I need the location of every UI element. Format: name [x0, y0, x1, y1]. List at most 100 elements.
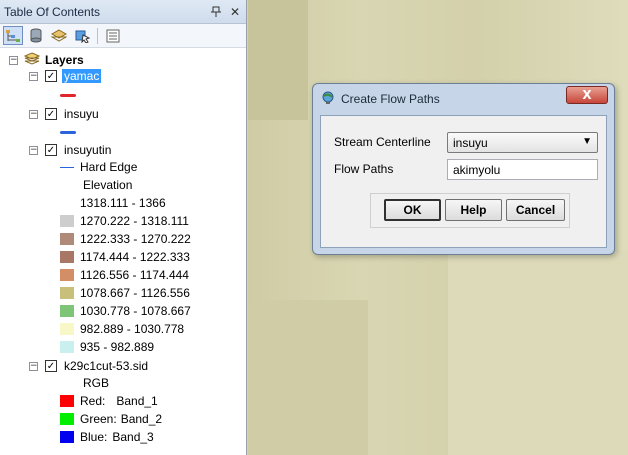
- band-name: Band_3: [112, 430, 154, 444]
- legend-class-row[interactable]: 935 - 982.889: [60, 338, 154, 356]
- band-name: Band_1: [116, 394, 158, 408]
- band-row-blue[interactable]: Blue: Band_3: [60, 428, 154, 446]
- color-swatch: [60, 323, 74, 335]
- color-swatch: [60, 269, 74, 281]
- legend-class-row[interactable]: 1270.222 - 1318.111: [60, 212, 189, 230]
- stream-centerline-dropdown[interactable]: insuyu ▼: [447, 132, 598, 153]
- color-swatch: [60, 431, 74, 443]
- class-label: 1270.222 - 1318.111: [80, 214, 189, 228]
- map-raster-tile: [448, 250, 628, 455]
- layer-symbol-yamac[interactable]: [60, 86, 76, 104]
- line-symbol[interactable]: [60, 93, 76, 97]
- collapse-icon[interactable]: −: [29, 71, 38, 81]
- legend-class-row[interactable]: 1318.111 - 1366: [60, 194, 166, 212]
- options-icon[interactable]: [103, 26, 123, 45]
- layer-name[interactable]: yamac: [62, 69, 102, 83]
- color-swatch: [60, 197, 74, 209]
- close-icon[interactable]: ✕: [227, 4, 243, 20]
- elevation-heading: Elevation: [83, 176, 132, 194]
- layer-visibility-checkbox[interactable]: ✓: [45, 70, 57, 82]
- layer-name[interactable]: insuyu: [62, 107, 101, 121]
- dialog-title: Create Flow Paths: [341, 92, 440, 106]
- layer-row-yamac[interactable]: − ✓ yamac: [29, 67, 102, 85]
- band-channel: Blue:: [80, 430, 108, 444]
- rgb-heading: RGB: [83, 374, 109, 392]
- class-label: 1174.444 - 1222.333: [80, 250, 190, 264]
- hard-edge-row[interactable]: Hard Edge: [60, 158, 137, 176]
- band-name: Band_2: [120, 412, 163, 426]
- class-label: 1222.333 - 1270.222: [80, 232, 191, 246]
- stream-centerline-label: Stream Centerline: [334, 135, 431, 149]
- color-swatch: [60, 395, 74, 407]
- layer-name[interactable]: k29c1cut-53.sid: [62, 359, 150, 373]
- dialog-body: Stream Centerline insuyu ▼ Flow Paths ak…: [320, 115, 607, 248]
- legend-class-row[interactable]: 1030.778 - 1078.667: [60, 302, 191, 320]
- layer-symbol-insuyu[interactable]: [60, 123, 76, 141]
- flow-paths-value: akimyolu: [453, 162, 501, 177]
- arcgis-globe-icon: [321, 91, 335, 108]
- pin-icon[interactable]: [208, 4, 224, 20]
- ok-button[interactable]: OK: [384, 199, 441, 221]
- color-swatch: [60, 251, 74, 263]
- layer-row-insuyu[interactable]: − ✓ insuyu: [29, 105, 101, 123]
- toolbar-separator: [97, 27, 98, 44]
- elevation-label: Elevation: [83, 178, 133, 192]
- legend-class-row[interactable]: 1078.667 - 1126.556: [60, 284, 190, 302]
- collapse-icon[interactable]: −: [29, 109, 38, 119]
- flow-paths-label: Flow Paths: [334, 162, 394, 176]
- flow-paths-input[interactable]: akimyolu: [447, 159, 598, 180]
- list-by-source-icon[interactable]: [26, 26, 46, 45]
- dialog-close-button[interactable]: X: [566, 86, 608, 104]
- band-channel: Green:: [80, 412, 117, 426]
- list-by-visibility-icon[interactable]: [49, 26, 69, 45]
- stream-centerline-value: insuyu: [453, 135, 488, 150]
- dropdown-arrow-icon[interactable]: ▼: [582, 136, 592, 147]
- map-raster-tile: [248, 0, 308, 120]
- list-by-selection-icon[interactable]: [72, 26, 92, 45]
- table-of-contents-panel: Table Of Contents ✕ − Layers − ✓ yamac −…: [0, 0, 247, 455]
- collapse-icon[interactable]: −: [9, 55, 18, 65]
- line-symbol[interactable]: [60, 130, 76, 134]
- map-raster-tile: [248, 300, 368, 455]
- layers-icon: [23, 52, 41, 68]
- layer-row-insuyutin[interactable]: − ✓ insuyutin: [29, 141, 113, 159]
- band-row-red[interactable]: Red: Band_1: [60, 392, 158, 410]
- color-swatch: [60, 215, 74, 227]
- layers-root-label: Layers: [45, 53, 84, 67]
- hard-edge-line-symbol: [60, 166, 74, 168]
- legend-class-row[interactable]: 1174.444 - 1222.333: [60, 248, 190, 266]
- class-label: 1078.667 - 1126.556: [80, 286, 190, 300]
- cancel-button[interactable]: Cancel: [506, 199, 565, 221]
- rgb-label: RGB: [83, 376, 110, 390]
- class-label: 1126.556 - 1174.444: [80, 268, 189, 282]
- collapse-icon[interactable]: −: [29, 145, 38, 155]
- layer-name[interactable]: insuyutin: [62, 143, 113, 157]
- band-row-green[interactable]: Green: Band_2: [60, 410, 162, 428]
- button-group: OK Help Cancel: [370, 193, 570, 228]
- class-label: 1318.111 - 1366: [80, 196, 166, 210]
- class-label: 935 - 982.889: [80, 340, 155, 354]
- class-label: 1030.778 - 1078.667: [80, 304, 191, 318]
- color-swatch: [60, 341, 74, 353]
- layer-visibility-checkbox[interactable]: ✓: [45, 360, 57, 372]
- legend-class-row[interactable]: 1222.333 - 1270.222: [60, 230, 191, 248]
- color-swatch: [60, 305, 74, 317]
- color-swatch: [60, 287, 74, 299]
- layer-visibility-checkbox[interactable]: ✓: [45, 108, 57, 120]
- layer-row-k29c1cut[interactable]: − ✓ k29c1cut-53.sid: [29, 357, 150, 375]
- legend-class-row[interactable]: 1126.556 - 1174.444: [60, 266, 189, 284]
- dialog-titlebar[interactable]: Create Flow Paths X: [313, 84, 614, 114]
- collapse-icon[interactable]: −: [29, 361, 38, 371]
- layer-visibility-checkbox[interactable]: ✓: [45, 144, 57, 156]
- legend-class-row[interactable]: 982.889 - 1030.778: [60, 320, 184, 338]
- list-by-drawing-order-icon[interactable]: [3, 26, 23, 45]
- color-swatch: [60, 413, 74, 425]
- hard-edge-label: Hard Edge: [80, 160, 138, 174]
- color-swatch: [60, 233, 74, 245]
- toc-toolbar: [0, 24, 246, 48]
- toc-titlebar: Table Of Contents ✕: [0, 0, 246, 24]
- toc-title: Table Of Contents: [4, 4, 101, 19]
- help-button[interactable]: Help: [445, 199, 502, 221]
- class-label: 982.889 - 1030.778: [80, 322, 185, 336]
- band-channel: Red:: [80, 394, 106, 408]
